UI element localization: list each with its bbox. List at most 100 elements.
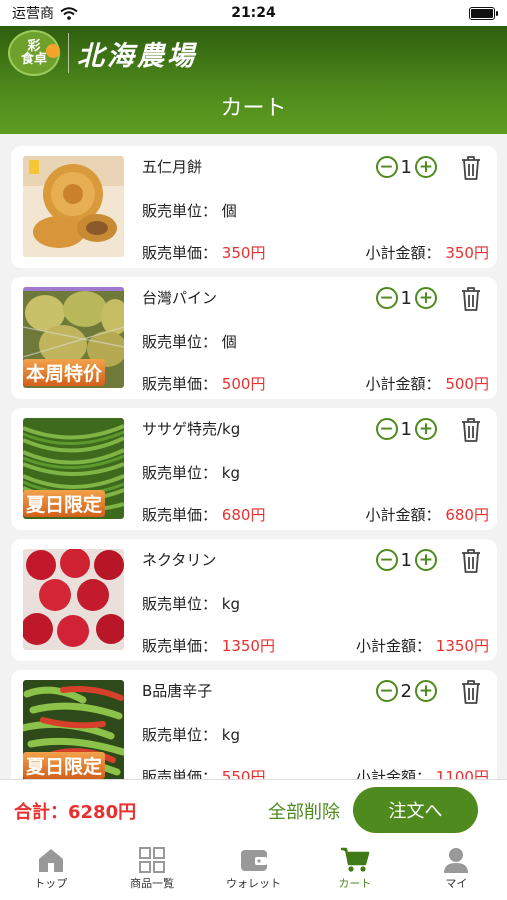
cart-item[interactable]: 夏日限定 ササゲ特売/kg 販売単位： kg 販売単価： 680円 小計金額： … <box>11 408 497 530</box>
delete-all-button[interactable]: 全部削除 <box>268 798 340 824</box>
subtotal-value: 1100円 <box>435 768 489 779</box>
subtotal-label: 小計金額： <box>365 375 441 393</box>
product-name: 台灣パイン <box>142 289 218 307</box>
price-value: 500円 <box>221 375 266 393</box>
sales-unit: 販売単位： kg <box>142 593 240 614</box>
price-value: 350円 <box>221 244 266 262</box>
bottom-tab-bar: トップ 商品一覧 ウォレット カート マイ <box>0 839 507 900</box>
trash-icon[interactable] <box>459 154 483 182</box>
sales-unit: 販売単位： 個 <box>142 200 237 221</box>
subtotal: 小計金額： 500円 <box>366 373 489 394</box>
unit-label: 販売単位： <box>142 333 218 351</box>
product-thumbnail[interactable]: 夏日限定 <box>23 680 124 779</box>
logo-divider <box>68 33 69 73</box>
subtotal-label: 小計金額： <box>356 768 432 779</box>
unit-value: 個 <box>221 333 237 351</box>
subtotal: 小計金額： 1350円 <box>356 635 489 656</box>
unit-value: 個 <box>221 202 237 220</box>
tab-top[interactable]: トップ <box>0 839 101 900</box>
quantity-value: 1 <box>400 287 412 309</box>
increase-button[interactable]: + <box>415 549 437 571</box>
product-thumbnail[interactable] <box>23 156 124 257</box>
unit-label: 販売単位： <box>142 595 218 613</box>
decrease-button[interactable]: − <box>375 680 398 702</box>
battery-icon <box>469 6 498 20</box>
checkout-bar: 合計：6280円 全部削除 注文へ <box>0 779 507 839</box>
order-button[interactable]: 注文へ <box>353 787 478 833</box>
tab-label: ウォレット <box>226 877 282 890</box>
price-label: 販売単価： <box>142 637 218 655</box>
page-title: カート <box>220 96 287 121</box>
grid-icon <box>139 847 166 873</box>
tab-label: トップ <box>34 877 68 890</box>
tab-cart[interactable]: カート <box>304 839 405 900</box>
product-thumbnail[interactable]: 本周特价 <box>23 287 124 388</box>
quantity-stepper: − 1 + <box>375 549 437 571</box>
quantity-value: 1 <box>400 156 412 178</box>
decrease-button[interactable]: − <box>375 549 398 571</box>
price-label: 販売単価： <box>142 244 218 262</box>
quantity-value: 2 <box>400 680 412 702</box>
product-tag: 夏日限定 <box>23 490 106 517</box>
app-header: 彩食卓 北海農場 カート <box>0 26 507 134</box>
decrease-button[interactable]: − <box>375 287 398 309</box>
total-value: 6280円 <box>68 802 137 823</box>
trash-icon[interactable] <box>459 285 483 313</box>
wifi-icon <box>60 6 78 20</box>
price-label: 販売単価： <box>142 375 218 393</box>
trash-icon[interactable] <box>459 547 483 575</box>
product-thumbnail[interactable] <box>23 549 124 650</box>
subtotal-value: 1350円 <box>435 637 489 655</box>
increase-button[interactable]: + <box>415 418 437 440</box>
home-icon <box>38 849 63 872</box>
status-bar: 运营商 21:24 <box>0 0 507 26</box>
subtotal-label: 小計金額： <box>365 506 441 524</box>
sales-unit: 販売単位： kg <box>142 462 240 483</box>
carrier-label: 运营商 <box>12 6 54 22</box>
tab-label: マイ <box>445 877 468 890</box>
trash-icon[interactable] <box>459 678 483 706</box>
decrease-button[interactable]: − <box>375 156 398 178</box>
decrease-button[interactable]: − <box>375 418 398 440</box>
unit-label: 販売単位： <box>142 726 218 744</box>
price-label: 販売単価： <box>142 768 218 779</box>
product-tag: 本周特价 <box>23 359 106 386</box>
price-label: 販売単価： <box>142 506 218 524</box>
tab-products[interactable]: 商品一覧 <box>101 839 202 900</box>
cart-list[interactable]: 五仁月餅 販売単位： 個 販売単価： 350円 小計金額： 350円 − 1 + <box>0 134 507 779</box>
logo-row: 彩食卓 北海農場 <box>0 26 507 80</box>
subtotal-value: 500円 <box>445 375 489 393</box>
status-left: 运营商 <box>12 3 78 23</box>
quantity-value: 1 <box>400 418 412 440</box>
unit-price: 販売単価： 500円 <box>142 373 265 394</box>
logo-text: 彩食卓 <box>20 39 47 67</box>
price-value: 1350円 <box>221 637 275 655</box>
cart-item[interactable]: 本周特价 台灣パイン 販売単位： 個 販売単価： 500円 小計金額： 500円… <box>11 277 497 399</box>
tab-label: 商品一覧 <box>130 877 175 890</box>
product-tag: 夏日限定 <box>23 752 106 779</box>
subtotal-label: 小計金額： <box>356 637 432 655</box>
quantity-stepper: − 1 + <box>375 418 437 440</box>
price-value: 550円 <box>221 768 266 779</box>
sales-unit: 販売単位： 個 <box>142 331 237 352</box>
increase-button[interactable]: + <box>415 287 437 309</box>
increase-button[interactable]: + <box>415 156 437 178</box>
user-icon <box>444 848 469 873</box>
unit-value: kg <box>221 595 241 613</box>
trash-icon[interactable] <box>459 416 483 444</box>
subtotal-value: 680円 <box>445 506 489 524</box>
product-thumbnail[interactable]: 夏日限定 <box>23 418 124 519</box>
increase-button[interactable]: + <box>415 680 437 702</box>
tab-my[interactable]: マイ <box>406 839 507 900</box>
total-label: 合計： <box>14 802 68 823</box>
quantity-stepper: − 1 + <box>375 287 437 309</box>
cart-item[interactable]: 夏日限定 B品唐辛子 販売単位： kg 販売単価： 550円 小計金額： 110… <box>11 670 497 779</box>
cart-item[interactable]: ネクタリン 販売単位： kg 販売単価： 1350円 小計金額： 1350円 −… <box>11 539 497 661</box>
unit-price: 販売単価： 350円 <box>142 242 265 263</box>
tab-label: カート <box>338 877 372 890</box>
tab-wallet[interactable]: ウォレット <box>203 839 304 900</box>
subtotal: 小計金額： 680円 <box>366 504 489 525</box>
cart-item[interactable]: 五仁月餅 販売単位： 個 販売単価： 350円 小計金額： 350円 − 1 + <box>11 146 497 268</box>
subtotal-value: 350円 <box>445 244 489 262</box>
app-logo: 彩食卓 <box>8 30 60 76</box>
